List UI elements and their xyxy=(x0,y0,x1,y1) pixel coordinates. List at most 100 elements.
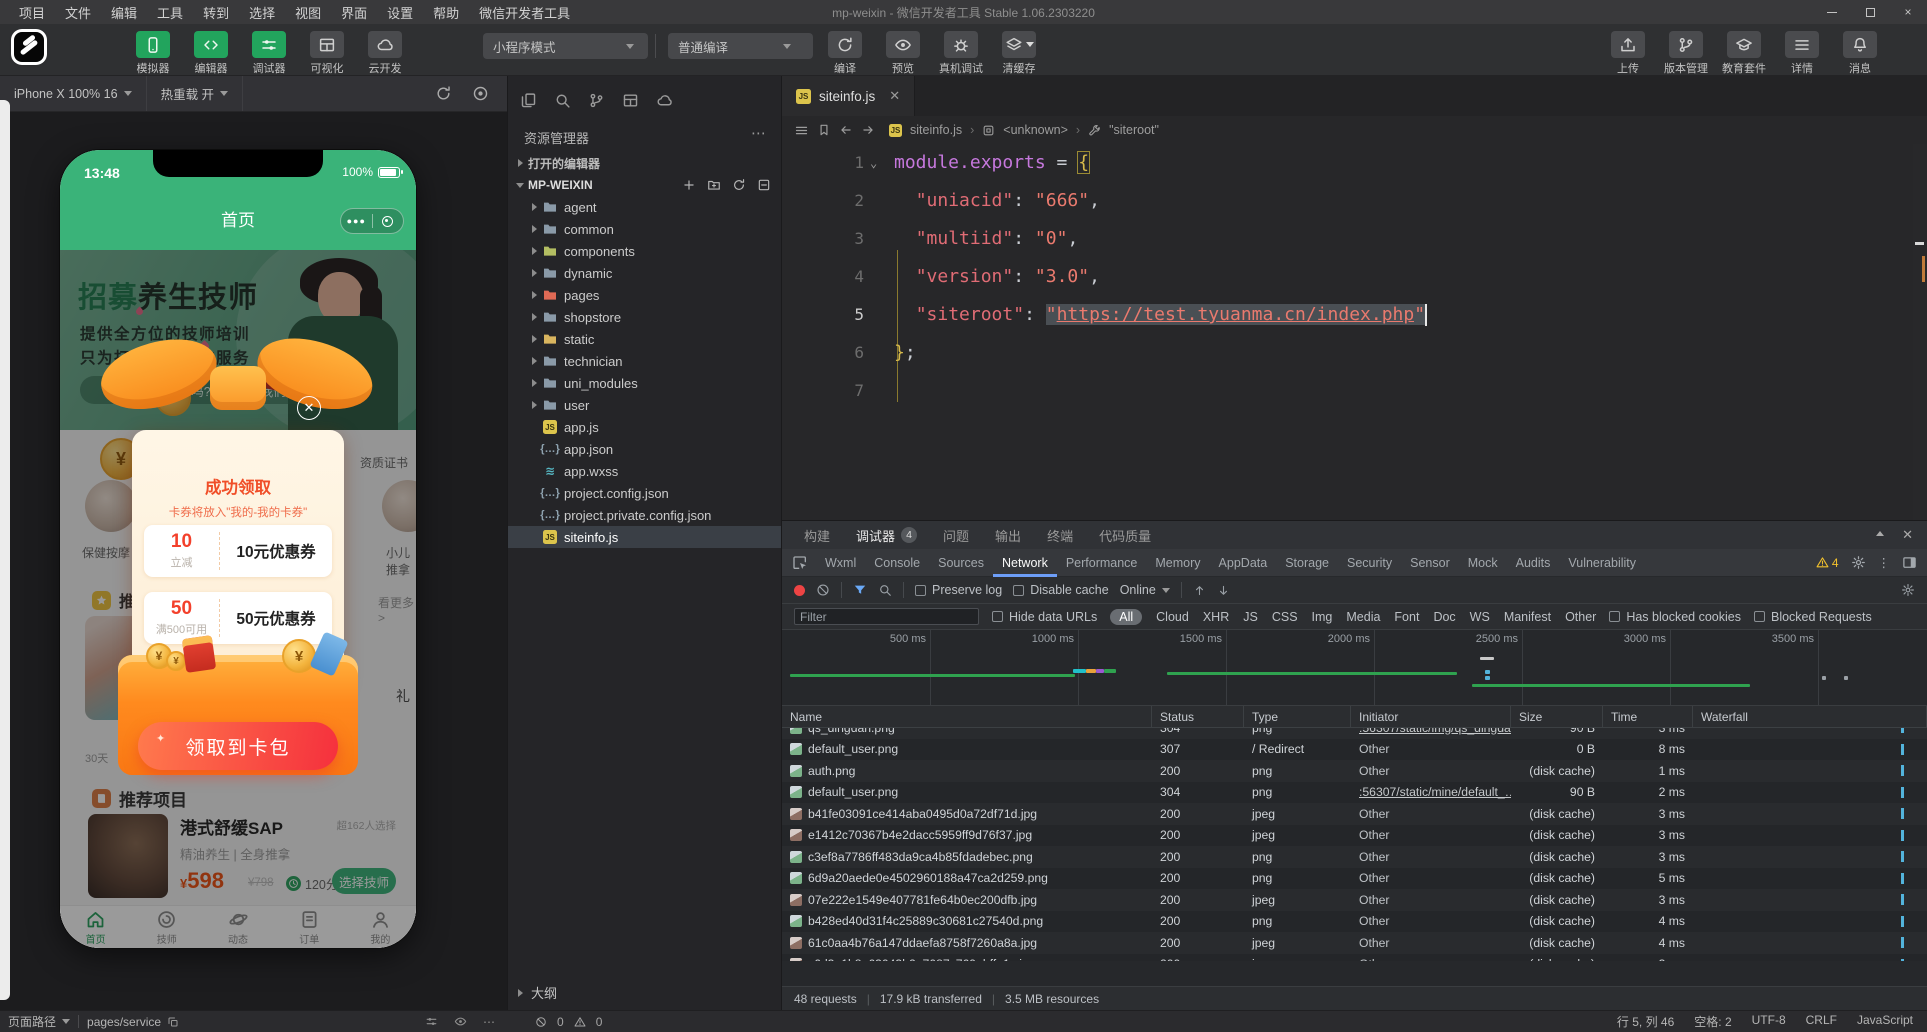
type-filter-xhr[interactable]: XHR xyxy=(1203,610,1229,624)
dock-side-icon[interactable] xyxy=(1902,555,1917,570)
network-request-row[interactable]: 07e222e1549e407781fe64b0ec200dfb.jpg 200 j… xyxy=(782,889,1927,911)
breadcrumb-item-3[interactable]: "siteroot" xyxy=(1109,123,1159,137)
type-filter-js[interactable]: JS xyxy=(1243,610,1258,624)
type-filter-other[interactable]: Other xyxy=(1565,610,1596,624)
menu-item-5[interactable]: 转到 xyxy=(194,1,238,24)
code-editor[interactable]: JS siteinfo.js ✕ JS siteinfo.js › <unknown>… xyxy=(782,76,1927,520)
record-icon[interactable] xyxy=(472,85,489,102)
toolbar-sliders-button[interactable]: 调试器 xyxy=(246,31,292,76)
export-har-icon[interactable] xyxy=(1217,584,1230,597)
network-request-row[interactable]: 6d9a20aede0e4502960188a47ca2d259.png 200 p… xyxy=(782,867,1927,889)
problem-counters[interactable]: 0 0 xyxy=(535,1015,602,1029)
devtools-more-icon[interactable]: ⋮ xyxy=(1878,555,1891,570)
tree-item-project.private.config.json[interactable]: {…} project.private.config.json xyxy=(508,504,781,526)
page-path-select[interactable]: 页面路径 xyxy=(0,1013,78,1030)
type-filter-css[interactable]: CSS xyxy=(1272,610,1298,624)
toolbar-right-upload-button[interactable]: 上传 xyxy=(1605,31,1651,76)
close-panel-icon[interactable]: ✕ xyxy=(1902,527,1913,543)
compile-eye-button[interactable]: 预览 xyxy=(880,31,926,76)
network-request-row[interactable]: qs_dingdan.png304png:56307/static/img/qs… xyxy=(782,728,1927,739)
files-icon[interactable] xyxy=(520,92,537,109)
type-filter-font[interactable]: Font xyxy=(1394,610,1419,624)
code-line-2[interactable]: 2 "uniacid": "666", xyxy=(782,182,1927,220)
grid-icon[interactable] xyxy=(622,92,639,109)
type-filter-img[interactable]: Img xyxy=(1312,610,1333,624)
toolbar-phone-button[interactable]: 模拟器 xyxy=(130,31,176,76)
devtools-tab-appdata[interactable]: AppData xyxy=(1210,549,1277,577)
has-blocked-cookies-checkbox[interactable]: Has blocked cookies xyxy=(1609,610,1741,624)
sliders-icon[interactable] xyxy=(425,1015,438,1028)
breadcrumb[interactable]: JS siteinfo.js › <unknown> › "siteroot" xyxy=(782,116,1927,144)
code-line-4[interactable]: 4 "version": "3.0", xyxy=(782,258,1927,296)
panel-tab-构建[interactable]: 构建 xyxy=(804,526,830,545)
tree-item-project.config.json[interactable]: {…} project.config.json xyxy=(508,482,781,504)
branch-icon[interactable] xyxy=(588,92,605,109)
devtools-tab-wxml[interactable]: Wxml xyxy=(816,549,865,577)
outline-section[interactable]: 大纲 xyxy=(518,983,557,1002)
tree-item-components[interactable]: components xyxy=(508,240,781,262)
compile-refresh-button[interactable]: 编译 xyxy=(822,31,868,76)
menu-item-9[interactable]: 设置 xyxy=(378,1,422,24)
project-root[interactable]: MP-WEIXIN xyxy=(508,174,781,196)
menu-item-6[interactable]: 选择 xyxy=(240,1,284,24)
type-filter-doc[interactable]: Doc xyxy=(1433,610,1455,624)
devtools-tab-security[interactable]: Security xyxy=(1338,549,1401,577)
menu-item-10[interactable]: 帮助 xyxy=(424,1,468,24)
more-icon[interactable]: ⋯ xyxy=(483,1015,495,1029)
toolbar-right-branch-button[interactable]: 版本管理 xyxy=(1663,31,1709,76)
network-request-row[interactable]: default_user.png 304 png:56307/static/mine… xyxy=(782,781,1927,803)
network-request-row[interactable]: 61c0aa4b76a147ddaefa8758f7260a8a.jpg 200 j… xyxy=(782,932,1927,954)
filter-funnel-icon[interactable] xyxy=(853,583,867,597)
search-icon[interactable] xyxy=(554,92,571,109)
devtools-tab-network[interactable]: Network xyxy=(993,549,1057,577)
language-mode[interactable]: JavaScript xyxy=(1857,1013,1913,1030)
explorer-more-icon[interactable]: ⋯ xyxy=(751,124,767,142)
close-button[interactable]: × xyxy=(1889,0,1927,24)
tree-item-user[interactable]: user xyxy=(508,394,781,416)
code-line-3[interactable]: 3 "multiid": "0", xyxy=(782,220,1927,258)
panel-tab-调试器[interactable]: 调试器 4 xyxy=(856,526,918,545)
toolbar-grid-button[interactable]: 可视化 xyxy=(304,31,350,76)
coupon-item-2[interactable]: 50 满500可用 50元优惠券 xyxy=(144,592,332,644)
devtools-tab-mock[interactable]: Mock xyxy=(1459,549,1507,577)
collapse-panel-icon[interactable] xyxy=(1876,527,1885,543)
eol[interactable]: CRLF xyxy=(1806,1013,1837,1030)
encoding[interactable]: UTF-8 xyxy=(1752,1013,1786,1030)
mode-select[interactable]: 小程序模式 xyxy=(483,33,648,59)
cloud-icon[interactable] xyxy=(656,92,673,109)
inspect-icon[interactable] xyxy=(792,555,808,571)
current-page-path[interactable]: pages/service xyxy=(79,1015,187,1029)
devtools-tab-audits[interactable]: Audits xyxy=(1507,549,1560,577)
tree-item-shopstore[interactable]: shopstore xyxy=(508,306,781,328)
devtools-tab-sources[interactable]: Sources xyxy=(929,549,993,577)
tree-item-pages[interactable]: pages xyxy=(508,284,781,306)
toolbar-right-bell-button[interactable]: 消息 xyxy=(1837,31,1883,76)
throttling-select[interactable]: Online xyxy=(1120,583,1170,597)
compile-bug-button[interactable]: 真机调试 xyxy=(938,31,984,76)
code-line-1[interactable]: 1 ⌄ module.exports = { xyxy=(782,144,1927,182)
column-header-name[interactable]: Name xyxy=(782,706,1152,727)
overview-ruler[interactable] xyxy=(1913,144,1927,520)
menu-item-1[interactable]: 项目 xyxy=(10,1,54,24)
network-request-row[interactable]: c6d3e1b8e63043b2a7087c769abffe1c.jpg200j… xyxy=(782,953,1927,961)
tree-item-siteinfo.js[interactable]: JS siteinfo.js xyxy=(508,526,781,548)
hot-reload-toggle[interactable]: 热重载 开 xyxy=(147,76,244,111)
toolbar-code-button[interactable]: 编辑器 xyxy=(188,31,234,76)
preserve-log-checkbox[interactable]: Preserve log xyxy=(915,583,1002,597)
editor-tab-siteinfo[interactable]: JS siteinfo.js ✕ xyxy=(782,76,916,116)
indent-setting[interactable]: 空格: 2 xyxy=(1694,1013,1731,1030)
menu-item-4[interactable]: 工具 xyxy=(148,1,192,24)
compile-layers-button[interactable]: 清缓存 xyxy=(996,31,1042,76)
filter-input[interactable] xyxy=(794,608,979,625)
network-request-row[interactable]: c3ef8a7786ff483da9ca4b85fdadebec.png 200 p… xyxy=(782,846,1927,868)
menu-item-3[interactable]: 编辑 xyxy=(102,1,146,24)
tree-item-app.json[interactable]: {…} app.json xyxy=(508,438,781,460)
toolbar-right-cap-button[interactable]: 教育套件 xyxy=(1721,31,1767,76)
panel-tab-问题[interactable]: 问题 xyxy=(943,526,969,545)
devtools-tab-storage[interactable]: Storage xyxy=(1276,549,1338,577)
cursor-position[interactable]: 行 5, 列 46 xyxy=(1617,1013,1674,1030)
devtools-tab-performance[interactable]: Performance xyxy=(1057,549,1147,577)
panel-tab-输出[interactable]: 输出 xyxy=(995,526,1021,545)
column-header-type[interactable]: Type xyxy=(1244,706,1351,727)
device-select[interactable]: iPhone X 100% 16 xyxy=(0,76,147,111)
